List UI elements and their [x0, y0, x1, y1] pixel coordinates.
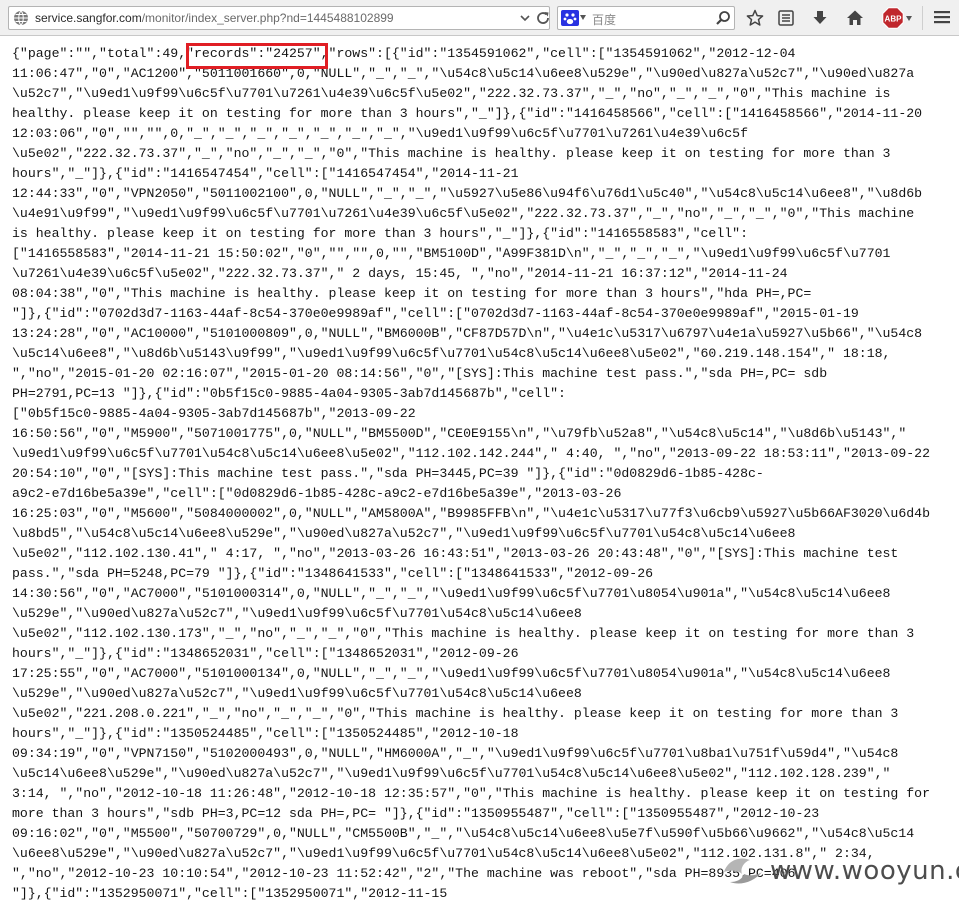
- json-line: 16:50:56","0","M5900","5071001775",0,"NU…: [12, 426, 907, 441]
- json-line: healthy. please keep it on testing for m…: [12, 106, 923, 121]
- json-line: \u529e","\u90ed\u827a\u52c7","\u9ed1\u9f…: [12, 606, 582, 621]
- records-highlight-box: [186, 43, 328, 69]
- json-line: "]},{"id":"0702d3d7-1163-44af-8c54-370e0…: [12, 306, 859, 321]
- json-line: 13:24:28","0","AC10000","5101000809",0,"…: [12, 326, 923, 341]
- chevron-down-icon[interactable]: [580, 15, 586, 20]
- json-line: 09:16:02","0","M5500","50700729",0,"NULL…: [12, 826, 915, 841]
- json-line: \u5e02","222.32.73.37","_","no","_","_",…: [12, 146, 891, 161]
- json-line: 09:34:19","0","VPN7150","5102000493",0,"…: [12, 746, 899, 761]
- json-line: 17:25:55","0","AC7000","5101000134",0,"N…: [12, 666, 891, 681]
- json-line: hours","_"]},{"id":"1348652031","cell":[…: [12, 646, 519, 661]
- dropdown-icon[interactable]: [519, 12, 531, 24]
- json-line: ["0b5f15c0-9885-4a04-9305-3ab7d145687b",…: [12, 406, 416, 421]
- json-line: {"page":"","total":49,"records":"24257",…: [12, 46, 796, 61]
- json-line: 16:25:03","0","M5600","5084000002",0,"NU…: [12, 506, 930, 521]
- json-line: a9c2-e7d16be5a39e","cell":["0d0829d6-1b8…: [12, 486, 622, 501]
- json-line: is healthy. please keep it on testing fo…: [12, 226, 748, 241]
- json-line: \u5c14\u6ee8\u529e","\u90ed\u827a\u52c7"…: [12, 766, 891, 781]
- reload-icon[interactable]: [535, 10, 551, 26]
- json-line: ["1416558583","2014-11-21 15:50:02","0",…: [12, 246, 891, 261]
- search-icon[interactable]: [715, 10, 731, 26]
- url-bar[interactable]: service.sangfor.com/monitor/index_server…: [8, 6, 550, 30]
- json-response-text: {"page":"","total":49,"records":"24257",…: [12, 44, 952, 900]
- json-line: 20:54:10","0","[SYS]:This machine test p…: [12, 466, 764, 481]
- json-line: \u5e02","112.102.130.173","_","no","_","…: [12, 626, 915, 641]
- url-host: service.sangfor.com: [35, 11, 142, 25]
- json-line: 14:30:56","0","AC7000","5101000314",0,"N…: [12, 586, 891, 601]
- chevron-down-icon[interactable]: [906, 16, 912, 21]
- json-line: \u9ed1\u9f99\u6c5f\u7701\u54c8\u5c14\u6e…: [12, 446, 930, 461]
- search-engine-icon[interactable]: [561, 10, 579, 26]
- toolbar-divider: [922, 6, 923, 30]
- json-line: \u5e02","221.208.0.221","_","no","_","_"…: [12, 706, 899, 721]
- json-line: \u52c7","\u9ed1\u9f99\u6c5f\u7701\u7261\…: [12, 86, 891, 101]
- download-icon[interactable]: [811, 9, 829, 27]
- json-line: 11:06:47","0","AC1200","5011001660",0,"N…: [12, 66, 915, 81]
- home-icon[interactable]: [846, 9, 864, 27]
- wooyun-logo-icon: [724, 858, 762, 884]
- url-text[interactable]: service.sangfor.com/monitor/index_server…: [35, 11, 394, 25]
- reading-list-icon[interactable]: [777, 9, 795, 27]
- json-line: hours","_"]},{"id":"1416547454","cell":[…: [12, 166, 519, 181]
- json-line: \u529e","\u90ed\u827a\u52c7","\u9ed1\u9f…: [12, 686, 582, 701]
- globe-icon: [14, 10, 28, 26]
- json-line: \u8bd5","\u54c8\u5c14\u6ee8\u529e","\u90…: [12, 526, 796, 541]
- json-line: \u5c14\u6ee8","\u8d6b\u5143\u9f99","\u9e…: [12, 346, 891, 361]
- json-line: 08:04:38","0","This machine is healthy. …: [12, 286, 812, 301]
- json-line: 12:03:06","0","","",0,"_","_","_","_","_…: [12, 126, 748, 141]
- browser-toolbar: service.sangfor.com/monitor/index_server…: [0, 0, 959, 36]
- url-path: /monitor/index_server.php?nd=14454881028…: [141, 11, 394, 25]
- json-line: more than 3 hours","sdb PH=3,PC=12 sda P…: [12, 806, 820, 821]
- adblock-icon[interactable]: ABP: [882, 7, 904, 29]
- json-line: PH=2791,PC=13 "]},{"id":"0b5f15c0-9885-4…: [12, 386, 566, 401]
- json-line: 12:44:33","0","VPN2050","5011002100",0,"…: [12, 186, 923, 201]
- json-line: \u4e91\u9f99","\u9ed1\u9f99\u6c5f\u7701\…: [12, 206, 915, 221]
- json-line: ","no","2015-01-20 02:16:07","2015-01-20…: [12, 366, 828, 381]
- star-icon[interactable]: [746, 9, 764, 27]
- wooyun-watermark: www.wooyun.org: [720, 852, 959, 892]
- menu-icon[interactable]: [933, 9, 951, 25]
- json-line: hours","_"]},{"id":"1350524485","cell":[…: [12, 726, 519, 741]
- search-input[interactable]: 百度: [592, 11, 616, 28]
- adblock-label: ABP: [885, 15, 903, 24]
- json-line: \u5e02","112.102.130.41"," 4:17, ","no",…: [12, 546, 899, 561]
- search-bar[interactable]: 百度: [557, 6, 735, 30]
- json-line: pass.","sda PH=5248,PC=79 "]},{"id":"134…: [12, 566, 654, 581]
- json-line: \u7261\u4e39\u6c5f\u5e02","222.32.73.37"…: [12, 266, 788, 281]
- json-line: 3:14, ","no","2012-10-18 11:26:48","2012…: [12, 786, 930, 801]
- watermark-text: www.wooyun.org: [770, 856, 959, 886]
